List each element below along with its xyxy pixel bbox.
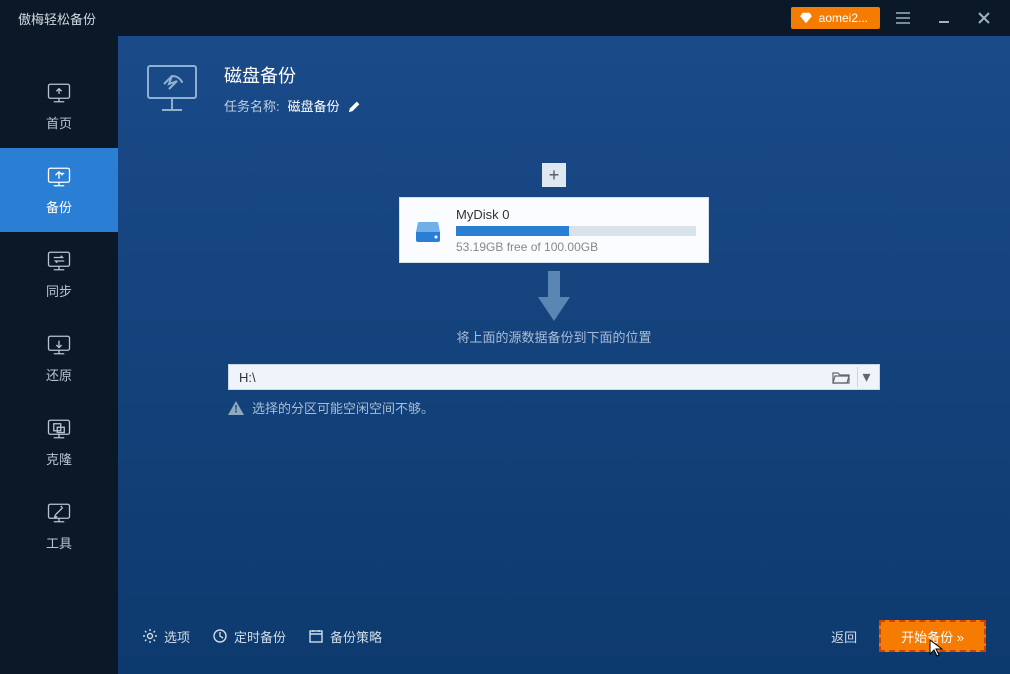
task-name-label: 任务名称: [224,96,280,115]
start-backup-button[interactable]: 开始备份 » [879,620,986,652]
sidebar-item-tools[interactable]: 工具 [0,484,118,568]
warning-icon [228,401,244,415]
main-panel: 磁盘备份 任务名称: 磁盘备份 + MyDisk 0 [118,36,1010,674]
titlebar: 傲梅轻松备份 aomei2... [0,0,1010,36]
schedule-label: 定时备份 [234,627,286,646]
sidebar-item-clone[interactable]: 克隆 [0,400,118,484]
arrow-down-icon [534,271,574,321]
add-source-button[interactable]: + [542,163,566,187]
sidebar-item-label: 工具 [46,533,72,552]
strategy-label: 备份策略 [330,627,382,646]
warning-row: 选择的分区可能空闲空间不够。 [228,398,880,417]
sidebar-item-label: 克隆 [46,449,72,468]
disk-info: MyDisk 0 53.19GB free of 100.00GB [456,207,696,254]
disk-name: MyDisk 0 [456,207,696,222]
task-name-row: 任务名称: 磁盘备份 [224,96,362,115]
close-button[interactable] [968,2,1000,34]
diamond-icon [799,11,813,25]
sidebar-item-label: 备份 [46,197,72,216]
back-button[interactable]: 返回 [831,627,857,646]
sidebar-item-restore[interactable]: 还原 [0,316,118,400]
instruction-text: 将上面的源数据备份到下面的位置 [456,327,651,346]
menu-icon[interactable] [888,2,920,34]
minimize-button[interactable] [928,2,960,34]
app-window: 傲梅轻松备份 aomei2... 首页 备份 同步 [0,0,1010,674]
page-header: 磁盘备份 任务名称: 磁盘备份 [142,62,966,115]
browse-folder-icon[interactable] [829,367,853,387]
options-link[interactable]: 选项 [142,627,190,646]
sidebar-item-sync[interactable]: 同步 [0,232,118,316]
destination-dropdown-icon[interactable]: ▾ [857,367,875,387]
disk-usage-bar [456,226,696,236]
sidebar: 首页 备份 同步 还原 克隆 工具 [0,36,118,674]
schedule-link[interactable]: 定时备份 [212,627,286,646]
page-title: 磁盘备份 [224,62,362,88]
destination-path: H:\ [239,370,829,385]
aomei-badge-label: aomei2... [819,11,868,25]
task-name-value: 磁盘备份 [288,96,340,115]
strategy-link[interactable]: 备份策略 [308,627,382,646]
gear-icon [142,628,158,644]
destination-row: H:\ ▾ 选择的分区可能空闲空间不够。 [228,364,880,417]
sidebar-item-label: 首页 [46,113,72,132]
center-column: + MyDisk 0 53.19GB free of 100.00GB [142,163,966,417]
sidebar-item-home[interactable]: 首页 [0,64,118,148]
sidebar-item-label: 还原 [46,365,72,384]
calendar-icon [308,628,324,644]
destination-input[interactable]: H:\ ▾ [228,364,880,390]
clock-icon [212,628,228,644]
disk-backup-icon [142,62,206,112]
app-title: 傲梅轻松备份 [10,9,791,28]
options-label: 选项 [164,627,190,646]
disk-icon [412,214,444,246]
sidebar-item-backup[interactable]: 备份 [0,148,118,232]
edit-icon[interactable] [348,99,362,113]
footer: 选项 定时备份 备份策略 返回 开始备份 » [142,620,986,652]
start-backup-label: 开始备份 » [901,627,964,646]
disk-free-text: 53.19GB free of 100.00GB [456,240,696,254]
body: 首页 备份 同步 还原 克隆 工具 [0,36,1010,674]
aomei-badge[interactable]: aomei2... [791,7,880,29]
sidebar-item-label: 同步 [46,281,72,300]
source-disk-card[interactable]: MyDisk 0 53.19GB free of 100.00GB [399,197,709,263]
warning-text: 选择的分区可能空闲空间不够。 [252,398,434,417]
